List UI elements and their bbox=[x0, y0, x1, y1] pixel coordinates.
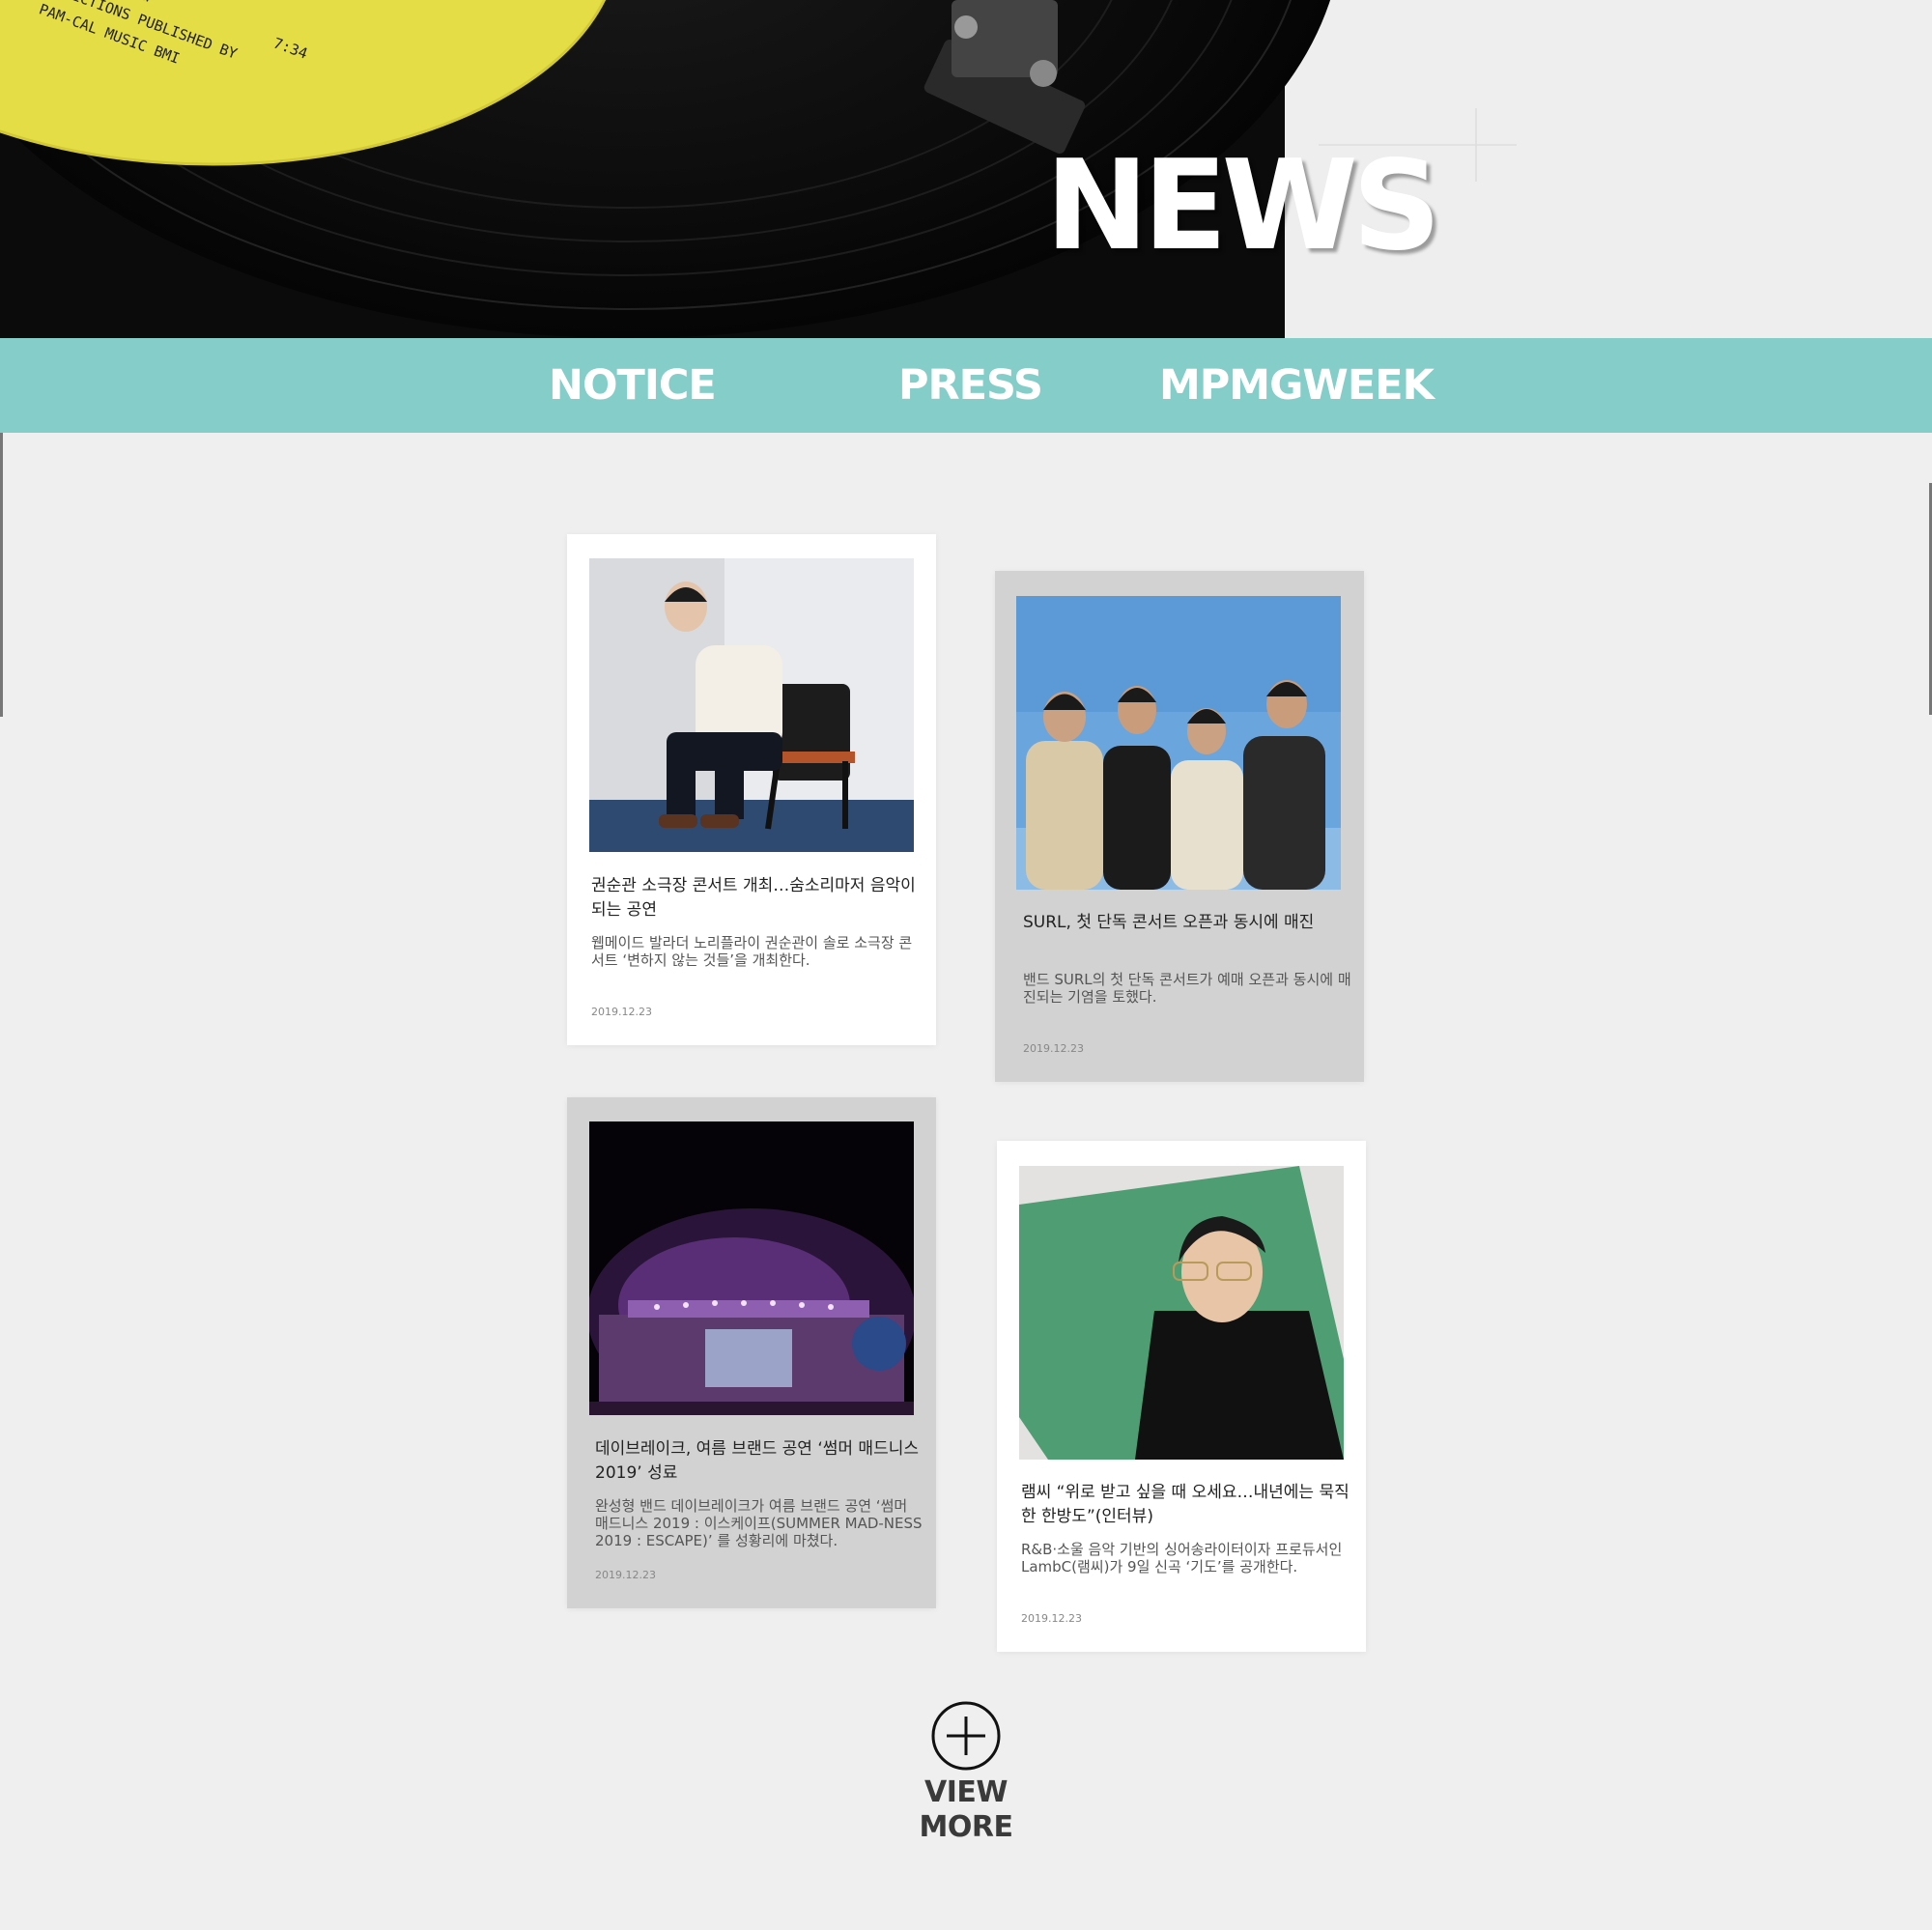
card-date: 2019.12.23 bbox=[1023, 1042, 1084, 1055]
news-category-nav: NOTICE PRESS MPMGWEEK bbox=[0, 338, 1932, 433]
tab-notice[interactable]: NOTICE bbox=[549, 363, 717, 408]
plus-circle-icon[interactable] bbox=[930, 1700, 1002, 1772]
vinyl-record-image: FOUND MYSELF 7:34 SELECTIONS PUBLISHED B… bbox=[0, 0, 1932, 338]
card-date: 2019.12.23 bbox=[591, 1006, 652, 1018]
card-description: 완성형 밴드 데이브레이크가 여름 브랜드 공연 ‘썸머 매드니스 2019 :… bbox=[595, 1497, 923, 1549]
card-date: 2019.12.23 bbox=[1021, 1612, 1082, 1625]
card-title[interactable]: 데이브레이크, 여름 브랜드 공연 ‘썸머 매드니스 2019’ 성료 bbox=[595, 1437, 923, 1486]
news-card[interactable]: SURL, 첫 단독 콘서트 오픈과 동시에 매진 밴드 SURL의 첫 단독 … bbox=[995, 571, 1364, 1082]
hero-banner: FOUND MYSELF 7:34 SELECTIONS PUBLISHED B… bbox=[0, 0, 1932, 338]
card-title[interactable]: SURL, 첫 단독 콘서트 오픈과 동시에 매진 bbox=[1023, 911, 1351, 935]
man-green-background-photo bbox=[1019, 1166, 1344, 1460]
concert-stage-photo bbox=[589, 1121, 914, 1415]
news-card[interactable]: 데이브레이크, 여름 브랜드 공연 ‘썸머 매드니스 2019’ 성료 완성형 … bbox=[567, 1097, 936, 1608]
tab-mpmgweek[interactable]: MPMGWEEK bbox=[1159, 363, 1435, 408]
card-description: R&B·소울 음악 기반의 싱어송라이터이자 프로듀서인 LambC(램씨)가 … bbox=[1021, 1541, 1343, 1575]
card-title[interactable]: 램씨 “위로 받고 싶을 때 오세요…내년에는 묵직한 한방도”(인터뷰) bbox=[1021, 1481, 1350, 1529]
card-description: 웹메이드 발라더 노리플라이 권순관이 솔로 소극장 콘서트 ‘변하지 않는 것… bbox=[591, 934, 913, 969]
news-card[interactable]: 권순관 소극장 콘서트 개최…숨소리마저 음악이 되는 공연 웹메이드 발라더 … bbox=[567, 534, 936, 1045]
man-seated-chair-photo bbox=[589, 558, 914, 852]
view-more-label[interactable]: VIEW MORE bbox=[898, 1775, 1034, 1845]
band-sky-photo bbox=[1016, 596, 1341, 890]
left-edge-line bbox=[0, 433, 3, 717]
card-date: 2019.12.23 bbox=[595, 1569, 656, 1581]
news-card[interactable]: 램씨 “위로 받고 싶을 때 오세요…내년에는 묵직한 한방도”(인터뷰) R&… bbox=[997, 1141, 1366, 1652]
page-title: NEWS bbox=[1045, 134, 1441, 278]
card-title[interactable]: 권순관 소극장 콘서트 개최…숨소리마저 음악이 되는 공연 bbox=[591, 874, 920, 922]
tab-press[interactable]: PRESS bbox=[898, 363, 1043, 408]
view-more-button[interactable]: VIEW MORE bbox=[898, 1700, 1034, 1845]
card-description: 밴드 SURL의 첫 단독 콘서트가 예매 오픈과 동시에 매진되는 기염을 토… bbox=[1023, 971, 1351, 1006]
